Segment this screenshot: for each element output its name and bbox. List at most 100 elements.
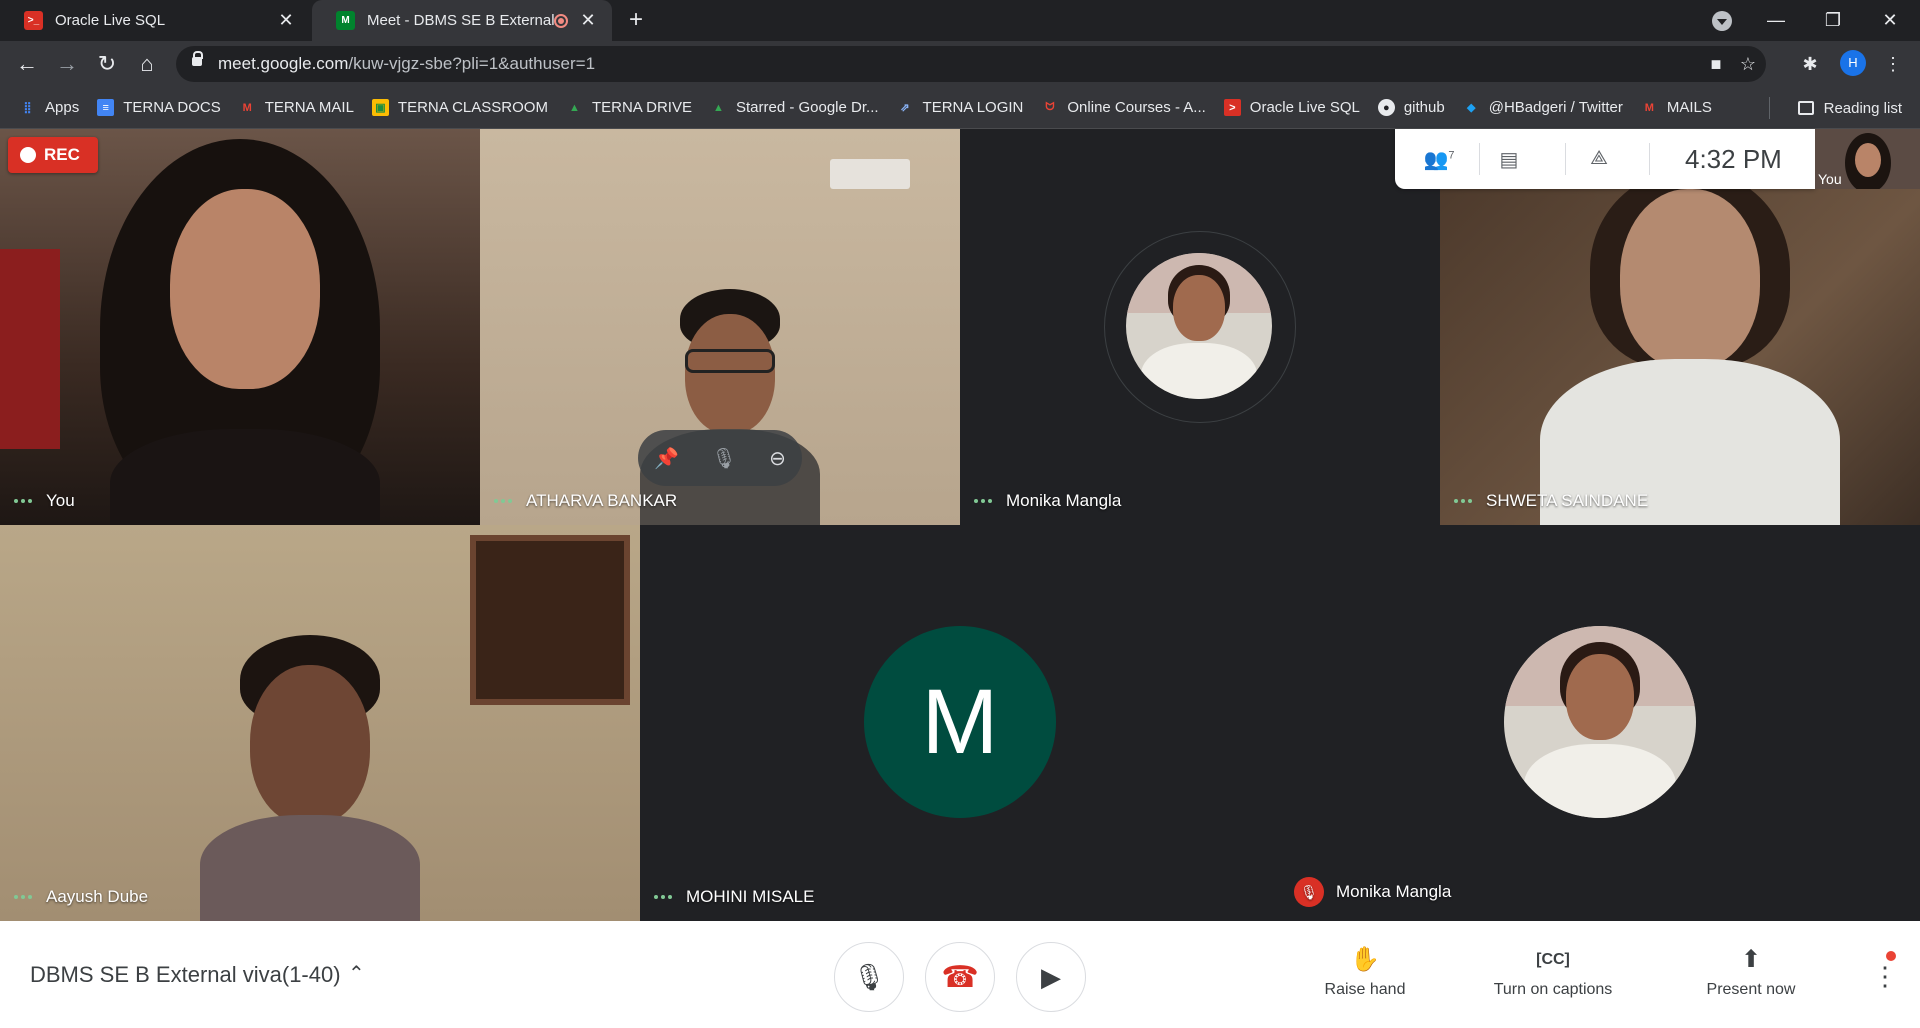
letter-avatar: M [864, 626, 1056, 818]
bookmark-twitter[interactable]: ◆ @HBadgeri / Twitter [1463, 99, 1623, 116]
participant-count: 7 [1448, 149, 1455, 162]
people-icon[interactable]: 👥7 [1423, 147, 1455, 173]
participant-name-tag: ATHARVA BANKAR [494, 491, 677, 511]
bookmarks-divider [1769, 97, 1770, 119]
chrome-menu-icon[interactable]: ⋮ [1883, 54, 1903, 74]
wall-switchboard [830, 159, 910, 189]
hang-up-icon: ☎ [941, 960, 979, 994]
close-window-button[interactable]: ✕ [1870, 4, 1910, 36]
classroom-icon: ▣ [371, 99, 389, 116]
camera-button[interactable]: ▶ [1016, 942, 1086, 1012]
leave-call-button[interactable]: ☎ [925, 942, 995, 1012]
tab-title: Meet - DBMS SE B External v [367, 12, 554, 29]
chat-icon[interactable]: ▤ [1493, 147, 1525, 173]
bookmark-github[interactable]: ● github [1377, 99, 1445, 116]
docs-icon: ≡ [97, 99, 115, 116]
tab-strip: >_ Oracle Live SQL ✕ M Meet - DBMS SE B … [0, 0, 1920, 41]
participant-video [70, 129, 410, 525]
gmail-icon: M [1644, 101, 1654, 114]
github-icon: ● [1377, 99, 1395, 116]
participant-tile-you[interactable]: REC You [0, 129, 480, 525]
panel-divider [1479, 143, 1480, 175]
bookmark-terna-mail[interactable]: M TERNA MAIL [239, 99, 354, 116]
participant-name: SHWETA SAINDANE [1486, 491, 1649, 510]
url-path: /kuw-vjgz-sbe?pli=1&authuser=1 [348, 54, 596, 73]
captions-label: Turn on captions [1493, 981, 1613, 998]
participant-name-tag: SHWETA SAINDANE [1454, 491, 1648, 511]
recording-badge: REC [8, 137, 98, 173]
participant-tile-shweta-saindane[interactable]: SHWETA SAINDANE [1440, 189, 1920, 525]
apps-grid-icon: ⣿ [23, 102, 32, 114]
meeting-info-panel: 👥7 ▤ ⟁ 4:32 PM [1395, 129, 1815, 189]
captions-button[interactable]: [CC] Turn on captions [1478, 943, 1628, 999]
tile-hover-controls: 📌 🎙 ⊖ [638, 430, 802, 486]
pin-icon[interactable]: 📌 [654, 446, 679, 471]
wall-painting [470, 535, 630, 705]
reload-button[interactable]: ↻ [92, 49, 122, 79]
present-now-button[interactable]: ⬆ Present now [1676, 943, 1826, 999]
bookmark-star-icon[interactable]: ☆ [1738, 54, 1758, 74]
tab-oracle-live-sql[interactable]: >_ Oracle Live SQL ✕ [0, 0, 310, 41]
bookmark-terna-docs[interactable]: ≡ TERNA DOCS [97, 99, 221, 116]
raise-hand-button[interactable]: ✋ Raise hand [1290, 943, 1440, 999]
bookmark-online-courses[interactable]: ᗢ Online Courses - A... [1041, 99, 1205, 116]
bookmark-terna-classroom[interactable]: ▣ TERNA CLASSROOM [371, 99, 548, 116]
minimize-button[interactable]: — [1756, 4, 1796, 36]
oracle-icon: > [1223, 99, 1241, 116]
home-button[interactable]: ⌂ [132, 49, 162, 79]
participant-video [640, 289, 820, 525]
present-screen-icon: ⬆ [1740, 946, 1762, 973]
new-tab-button[interactable]: + [622, 6, 650, 34]
close-tab-icon[interactable]: ✕ [276, 10, 296, 31]
bookmark-label: Apps [45, 99, 80, 116]
address-bar[interactable]: meet.google.com/kuw-vjgz-sbe?pli=1&authu… [176, 46, 1766, 82]
bookmark-label: TERNA DRIVE [591, 99, 692, 116]
microphone-icon: 🎙 [852, 961, 886, 992]
gmail-icon: M [242, 101, 252, 114]
twitter-icon: ◆ [1466, 102, 1476, 114]
rec-label: REC [44, 145, 80, 164]
meeting-title[interactable]: DBMS SE B External viva(1-40) [30, 921, 341, 1028]
self-view-label: You [1818, 171, 1842, 187]
bookmark-terna-drive[interactable]: ▲ TERNA DRIVE [566, 99, 692, 116]
participant-name: You [46, 491, 75, 510]
bookmark-mails[interactable]: M MAILS [1641, 99, 1712, 116]
tab-search-button[interactable] [1712, 11, 1732, 31]
courses-icon: ᗢ [1045, 101, 1055, 113]
panel-divider [1649, 143, 1650, 175]
chevron-up-icon[interactable]: ⌃ [348, 921, 365, 1028]
tab-meet[interactable]: M Meet - DBMS SE B External v ✕ [312, 0, 612, 41]
extensions-icon[interactable]: ✱ [1800, 54, 1820, 74]
audio-dots-icon [494, 499, 512, 503]
bookmark-apps[interactable]: ⣿ Apps [19, 99, 79, 116]
bookmark-starred-drive[interactable]: ▲ Starred - Google Dr... [710, 99, 879, 116]
notification-dot [1886, 951, 1896, 961]
drive-icon: ▲ [568, 101, 580, 114]
bookmark-label: TERNA CLASSROOM [397, 99, 548, 116]
back-button[interactable]: ← [12, 49, 42, 79]
close-tab-icon[interactable]: ✕ [578, 10, 598, 31]
remove-icon[interactable]: ⊖ [769, 446, 786, 471]
participant-tile-aayush-dube[interactable]: Aayush Dube [0, 525, 640, 921]
bookmark-terna-login[interactable]: ⇗ TERNA LOGIN [897, 99, 1024, 116]
self-view-thumbnail[interactable]: You [1815, 129, 1920, 189]
reading-list-button[interactable]: Reading list [1797, 87, 1902, 129]
activities-icon[interactable]: ⟁ [1583, 147, 1615, 173]
microphone-button[interactable]: 🎙 [834, 942, 904, 1012]
camera-icon[interactable]: ■ [1706, 54, 1726, 74]
profile-avatar[interactable]: H [1840, 50, 1866, 76]
lock-icon[interactable] [192, 51, 203, 66]
restore-button[interactable]: ❐ [1813, 4, 1853, 36]
meet-favicon-icon: M [336, 11, 355, 30]
bookmark-oracle-live-sql[interactable]: > Oracle Live SQL [1223, 99, 1360, 116]
participant-tile-monika-mangla-2[interactable]: 🎙 Monika Mangla [1280, 525, 1920, 921]
bookmark-label: Oracle Live SQL [1249, 99, 1360, 116]
forward-button[interactable]: → [52, 49, 82, 79]
participant-name-tag: MOHINI MISALE [654, 887, 814, 907]
bookmark-label: TERNA LOGIN [922, 99, 1024, 116]
mic-off-icon[interactable]: 🎙 [711, 446, 736, 471]
participant-tile-monika-mangla[interactable]: Monika Mangla [960, 129, 1440, 525]
background-curtain [0, 249, 60, 449]
drive-icon: ▲ [713, 101, 724, 114]
participant-name-tag: Monika Mangla [974, 491, 1121, 511]
